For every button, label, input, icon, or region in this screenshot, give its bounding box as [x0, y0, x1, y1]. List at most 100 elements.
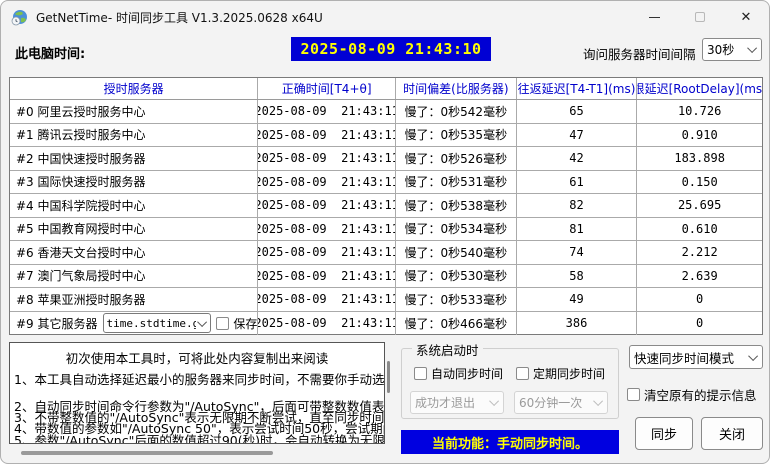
server-rootdelay: 0.150 — [637, 171, 762, 194]
server-rtt: 42 — [517, 147, 638, 170]
minimize-button[interactable] — [631, 1, 677, 33]
periodic-sync-checkbox-row[interactable]: 定期同步时间 — [516, 365, 605, 382]
col-header-rootdelay: 根延迟[RootDelay](ms) — [637, 78, 762, 99]
window-controls: ✕ — [631, 1, 769, 33]
horizontal-scrollbar-thumb[interactable] — [21, 451, 273, 455]
interval-value: 30秒 — [707, 41, 746, 58]
server-rtt: 61 — [517, 171, 638, 194]
server-rtt: 82 — [517, 194, 638, 217]
server-name: #8 苹果亚洲授时服务器 — [10, 288, 258, 311]
server-time: 2025-08-09 21:43:11 — [258, 312, 396, 336]
instructions-title: 初次使用本工具时，可将此处内容复制出来阅读 — [10, 348, 384, 367]
maximize-button — [677, 1, 723, 33]
server-offset: 慢了：0秒540毫秒 — [396, 241, 517, 264]
startup-group-label: 系统启动时 — [412, 340, 483, 359]
table-row[interactable]: #4 中国科学院授时中心 2025-08-09 21:43:11 慢了：0秒53… — [10, 194, 762, 218]
window-title: GetNetTime- 时间同步工具 V1.3.2025.0628 x64U — [36, 9, 323, 26]
instructions-line: 5、参数"/AutoSync"后面的数值超过90(秒)时，会自动转换为无限期 — [14, 430, 385, 444]
server-rootdelay: 183.898 — [637, 147, 762, 170]
col-header-server: 授时服务器 — [10, 78, 258, 99]
server-offset: 慢了：0秒538毫秒 — [396, 194, 517, 217]
maximize-icon — [695, 12, 705, 22]
server-offset: 慢了：0秒542毫秒 — [396, 100, 517, 123]
server-name: #1 腾讯云授时服务中心 — [10, 124, 258, 147]
col-header-rtt: 往返延迟[T4-T1](ms) — [517, 78, 638, 99]
save-checkbox[interactable] — [216, 317, 229, 330]
period-value: 60分钟一次 — [519, 394, 592, 411]
server-table: 授时服务器 正确时间[T4+θ] 时间偏差(比服务器) 往返延迟[T4-T1](… — [9, 77, 763, 335]
close-icon: ✕ — [741, 11, 752, 24]
server-rootdelay: 0 — [637, 288, 762, 311]
server-rtt: 58 — [517, 265, 638, 288]
exit-mode-select: 成功才退出 — [410, 391, 504, 414]
table-row[interactable]: #5 中国教育网授时中心 2025-08-09 21:43:11 慢了：0秒53… — [10, 218, 762, 242]
table-row[interactable]: #2 中国快速授时服务器 2025-08-09 21:43:11 慢了：0秒52… — [10, 147, 762, 171]
server-rtt: 74 — [517, 241, 638, 264]
server-name: #5 中国教育网授时中心 — [10, 218, 258, 241]
vertical-scrollbar-thumb[interactable] — [387, 361, 390, 393]
col-header-time: 正确时间[T4+θ] — [258, 78, 396, 99]
other-server-cell: #9 其它服务器 time.stdtime.gov 保存 — [10, 312, 258, 336]
server-rootdelay: 2.639 — [637, 265, 762, 288]
close-button[interactable]: ✕ — [723, 1, 769, 33]
server-name: #9 其它服务器 — [16, 315, 98, 332]
exit-mode-value: 成功才退出 — [415, 394, 488, 411]
server-offset: 慢了：0秒535毫秒 — [396, 124, 517, 147]
server-time: 2025-08-09 21:43:11 — [258, 124, 396, 147]
local-time-label: 此电脑时间: — [15, 43, 85, 62]
table-row[interactable]: #0 阿里云授时服务中心 2025-08-09 21:43:11 慢了：0秒54… — [10, 100, 762, 124]
startup-groupbox: 系统启动时 自动同步时间 定期同步时间 成功才退出 60分钟一次 — [401, 348, 619, 419]
chevron-down-icon — [489, 396, 499, 406]
other-server-value: time.stdtime.gov — [107, 317, 197, 330]
server-rootdelay: 0.910 — [637, 124, 762, 147]
server-rootdelay: 25.695 — [637, 194, 762, 217]
server-time: 2025-08-09 21:43:11 — [258, 241, 396, 264]
server-rtt: 81 — [517, 218, 638, 241]
server-rootdelay: 0 — [637, 312, 762, 336]
server-rootdelay: 0.610 — [637, 218, 762, 241]
table-row[interactable]: #7 澳门气象局授时中心 2025-08-09 21:43:11 慢了：0秒53… — [10, 265, 762, 289]
instructions-line: 1、本工具自动选择延迟最小的服务器来同步时间，不需要你手动选择 — [14, 369, 385, 388]
server-rtt: 47 — [517, 124, 638, 147]
server-offset: 慢了：0秒526毫秒 — [396, 147, 517, 170]
server-time: 2025-08-09 21:43:11 — [258, 100, 396, 123]
periodic-sync-checkbox[interactable] — [516, 367, 529, 380]
table-row[interactable]: #3 国际快速授时服务器 2025-08-09 21:43:11 慢了：0秒53… — [10, 171, 762, 195]
sync-mode-select[interactable]: 快速同步时间模式 — [629, 345, 763, 369]
auto-sync-checkbox[interactable] — [414, 367, 427, 380]
instructions-textbox[interactable]: 初次使用本工具时，可将此处内容复制出来阅读 1、本工具自动选择延迟最小的服务器来… — [9, 342, 385, 444]
titlebar: GetNetTime- 时间同步工具 V1.3.2025.0628 x64U ✕ — [1, 1, 769, 33]
sync-button[interactable]: 同步 — [635, 417, 693, 450]
auto-sync-checkbox-row[interactable]: 自动同步时间 — [414, 365, 503, 382]
minimize-icon — [649, 17, 660, 18]
table-row[interactable]: #8 苹果亚洲授时服务器 2025-08-09 21:43:11 慢了：0秒53… — [10, 288, 762, 312]
server-time: 2025-08-09 21:43:11 — [258, 288, 396, 311]
server-offset: 慢了：0秒533毫秒 — [396, 288, 517, 311]
close-app-button[interactable]: 关闭 — [701, 417, 763, 450]
server-offset: 慢了：0秒466毫秒 — [396, 312, 517, 336]
server-name: #6 香港天文台授时中心 — [10, 241, 258, 264]
server-offset: 慢了：0秒534毫秒 — [396, 218, 517, 241]
period-select: 60分钟一次 — [514, 391, 608, 414]
server-rootdelay: 10.726 — [637, 100, 762, 123]
clear-messages-checkbox-row[interactable]: 清空原有的提示信息 — [627, 385, 757, 404]
app-window: GetNetTime- 时间同步工具 V1.3.2025.0628 x64U ✕… — [0, 0, 770, 464]
chevron-down-icon — [593, 396, 603, 406]
clear-messages-label: 清空原有的提示信息 — [644, 385, 757, 404]
server-time: 2025-08-09 21:43:11 — [258, 147, 396, 170]
save-checkbox-label: 保存 — [233, 315, 257, 332]
interval-label: 询问服务器时间间隔 — [583, 44, 696, 63]
server-offset: 慢了：0秒531毫秒 — [396, 171, 517, 194]
server-rtt: 386 — [517, 312, 638, 336]
current-function-statusbar: 当前功能：手动同步时间。 — [401, 430, 619, 454]
interval-select[interactable]: 30秒 — [702, 38, 762, 61]
server-rtt: 49 — [517, 288, 638, 311]
app-globe-clock-icon — [11, 9, 28, 26]
table-row[interactable]: #6 香港天文台授时中心 2025-08-09 21:43:11 慢了：0秒54… — [10, 241, 762, 265]
server-name: #7 澳门气象局授时中心 — [10, 265, 258, 288]
table-row-other-server[interactable]: #9 其它服务器 time.stdtime.gov 保存 2025-08-09 … — [10, 312, 762, 336]
server-rootdelay: 2.212 — [637, 241, 762, 264]
clear-messages-checkbox[interactable] — [627, 388, 640, 401]
other-server-select[interactable]: time.stdtime.gov — [103, 313, 212, 333]
table-row[interactable]: #1 腾讯云授时服务中心 2025-08-09 21:43:11 慢了：0秒53… — [10, 124, 762, 148]
